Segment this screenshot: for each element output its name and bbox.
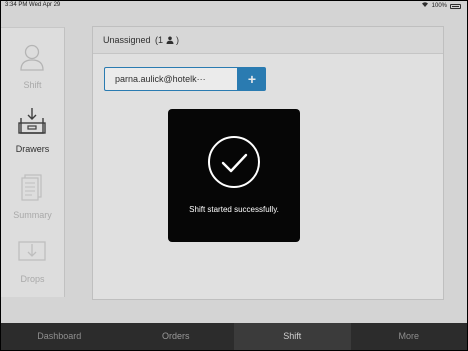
panel-count: (1 ) xyxy=(155,35,179,45)
battery-percent: 100% xyxy=(431,2,447,9)
add-user-button[interactable]: + xyxy=(238,67,266,91)
wifi-icon xyxy=(421,1,429,11)
tab-more[interactable]: More xyxy=(351,323,468,350)
count-close: ) xyxy=(176,35,180,45)
user-icon xyxy=(20,44,44,71)
sidebar-item-label: Shift xyxy=(23,80,42,90)
drawer-icon xyxy=(18,108,46,134)
tab-dashboard[interactable]: Dashboard xyxy=(1,323,118,350)
tab-shift[interactable]: Shift xyxy=(234,323,351,350)
user-select-field[interactable]: parna.aulick@hotelk··· xyxy=(104,67,238,91)
sidebar: Shift Drawers Summary Drops xyxy=(1,27,65,297)
checkmark-icon xyxy=(208,136,260,188)
panel-title: Unassigned xyxy=(103,35,151,45)
toast-message: Shift started successfully. xyxy=(189,205,279,214)
tab-orders[interactable]: Orders xyxy=(118,323,235,350)
app-screen: 3:34 PM Wed Apr 29 100% Shift Drawers Su… xyxy=(1,1,467,350)
sidebar-item-summary[interactable]: Summary xyxy=(1,172,64,232)
battery-icon xyxy=(450,3,461,9)
count-open: (1 xyxy=(155,35,164,45)
success-toast: Shift started successfully. xyxy=(168,109,300,242)
sidebar-item-label: Drops xyxy=(20,274,45,284)
person-icon xyxy=(166,36,174,44)
drop-icon xyxy=(18,241,46,261)
sidebar-item-label: Summary xyxy=(13,210,52,220)
document-icon xyxy=(21,174,42,201)
status-right: 100% xyxy=(421,1,461,11)
user-select-value: parna.aulick@hotelk··· xyxy=(115,74,206,84)
sidebar-item-drawers[interactable]: Drawers xyxy=(1,106,64,166)
sidebar-item-shift[interactable]: Shift xyxy=(1,42,64,102)
panel-header: Unassigned (1 ) xyxy=(93,27,443,54)
sidebar-item-drops[interactable]: Drops xyxy=(1,236,64,296)
status-bar: 3:34 PM Wed Apr 29 100% xyxy=(1,1,467,10)
bottom-tab-bar: Dashboard Orders Shift More xyxy=(1,323,467,350)
status-time: 3:34 PM Wed Apr 29 xyxy=(5,2,61,8)
sidebar-item-label: Drawers xyxy=(15,144,50,154)
